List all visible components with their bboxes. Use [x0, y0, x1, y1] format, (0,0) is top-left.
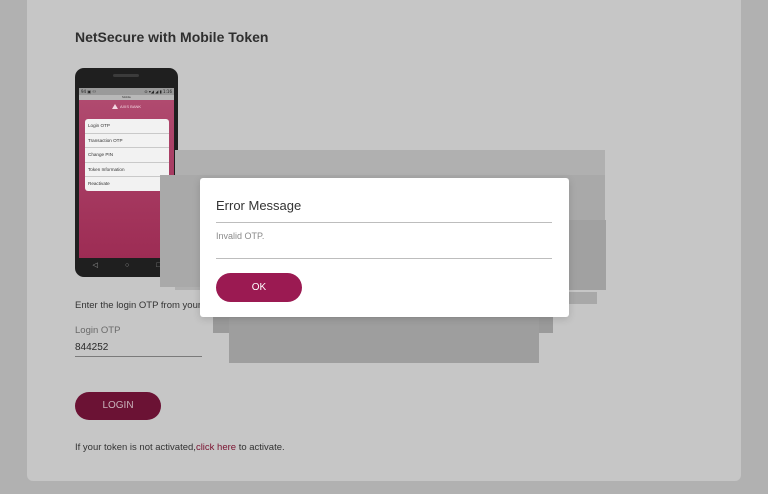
- activation-note: If your token is not activated,click her…: [75, 442, 285, 453]
- activation-note-suffix: to activate.: [236, 442, 285, 453]
- phone-app-title: Mobile: [122, 95, 131, 99]
- phone-menu-item-reactivate: Reactivate: [88, 181, 110, 187]
- phone-speaker: [113, 74, 139, 77]
- ghost-shadow-layer: [229, 318, 539, 363]
- activation-note-prefix: If your token is not activated,: [75, 442, 196, 453]
- bank-logo-icon: [111, 104, 118, 110]
- back-icon: ◁: [92, 262, 98, 269]
- ghost-shadow-layer: [569, 292, 597, 304]
- dialog-divider: [216, 222, 552, 223]
- error-dialog: Error Message Invalid OTP. OK: [200, 178, 569, 317]
- phone-bank-logo: AXIS BANK: [79, 102, 174, 112]
- home-icon: ○: [124, 261, 130, 269]
- phone-status-bar: 94 ▣ ⚇ ⊙ ▾◢ ◢ ▮ 1:16: [81, 88, 172, 95]
- otp-instruction-text: Enter the login OTP from your: [75, 300, 202, 311]
- phone-menu: Login OTP Transaction OTP Change PIN Tok…: [85, 119, 169, 191]
- page-title: NetSecure with Mobile Token: [75, 29, 269, 45]
- phone-status-left: 94 ▣ ⚇: [81, 89, 96, 94]
- phone-logo-text: AXIS BANK: [119, 104, 142, 109]
- ok-button[interactable]: OK: [216, 273, 302, 302]
- phone-menu-item-token-information: Token Information: [85, 163, 169, 178]
- login-otp-input[interactable]: [75, 338, 202, 357]
- activate-link[interactable]: click here: [196, 442, 236, 453]
- dialog-message: Invalid OTP.: [216, 231, 265, 241]
- phone-menu-item-change-pin: Change PIN: [85, 148, 169, 163]
- phone-menu-item-login-otp: Login OTP: [85, 119, 169, 134]
- dialog-title: Error Message: [216, 198, 302, 213]
- phone-status-right: ⊙ ▾◢ ◢ ▮ 1:16: [144, 89, 172, 94]
- login-otp-label: Login OTP: [75, 325, 121, 336]
- ghost-shadow-layer: [569, 220, 606, 290]
- dialog-divider: [216, 258, 552, 259]
- login-button[interactable]: LOGIN: [75, 392, 161, 420]
- phone-menu-item-transaction-otp: Transaction OTP: [85, 134, 169, 149]
